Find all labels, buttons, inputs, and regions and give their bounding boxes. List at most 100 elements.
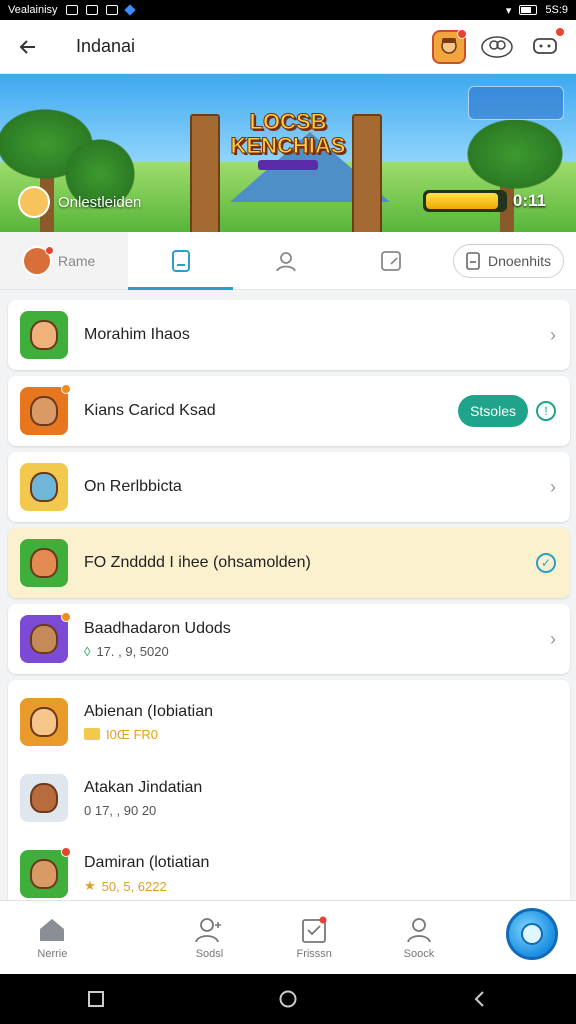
tab-label: Dnoenhits [487, 252, 551, 269]
list-item-title: Abienan (Iobiatian [84, 702, 213, 720]
list-item-subtitle: ◊ 17. , 9, 5020 [84, 644, 550, 659]
arrow-left-icon [19, 39, 35, 54]
list-item-title: FO Zndddd I ihee (ohsamolden) [84, 554, 311, 571]
list-item-title: Damiran (lotiatian [84, 854, 210, 871]
user-icon [407, 917, 431, 942]
person-icon [275, 251, 296, 271]
nav-home[interactable]: Nerrie [0, 916, 105, 960]
tab-bar: Rame Dnoenhits [0, 232, 576, 290]
coin-icon: ★ [84, 878, 96, 893]
clock: 5S:9 [545, 4, 568, 16]
recents-button[interactable] [87, 990, 105, 1008]
list-item-subtitle: ★ 50, 5, 6222 [84, 878, 556, 894]
list-item[interactable]: Kians Caricd Ksad Stsoles ! [8, 376, 570, 446]
tab-profile[interactable] [233, 232, 338, 289]
notification-badge [61, 384, 71, 394]
avatar-icon [441, 37, 457, 54]
edit-square-icon [380, 250, 401, 271]
character-face [30, 320, 58, 350]
back-button[interactable] [14, 33, 42, 61]
battery-icon [519, 5, 538, 15]
chat-icon [533, 37, 557, 54]
nav-missions[interactable]: Frisssn [262, 916, 367, 960]
notification-badge [457, 28, 467, 39]
game-banner[interactable]: LOCSB KENCHIAS Onlestleiden 0:11 [0, 74, 576, 232]
app-icon [105, 5, 118, 15]
home-button[interactable] [279, 990, 297, 1008]
progress-fill [425, 193, 498, 209]
list-item-title: Kians Caricd Ksad [84, 402, 216, 419]
progress-label: 0:11 [512, 191, 546, 210]
list-item-selected[interactable]: FO Zndddd I ihee (ohsamolden) ✓ [8, 528, 570, 598]
chevron-right-icon: › [550, 476, 556, 497]
logo-ribbon [258, 160, 318, 170]
banner-user-name: Onlestleiden [58, 193, 142, 211]
logo-line-2: KENCHIAS [230, 133, 346, 158]
check-circle-icon: ✓ [536, 553, 556, 573]
status-bar: Vealainisy ▾ 5S:9 [0, 0, 576, 20]
clipboard-icon [302, 916, 327, 943]
notification-badge [61, 847, 71, 857]
list-item-subtitle: I0Œ FR0 [84, 727, 556, 742]
bluetooth-icon [123, 4, 136, 16]
character-thumbnail [20, 539, 68, 587]
logo-line-1: LOCSB [249, 109, 327, 134]
character-thumbnail [20, 463, 68, 511]
user-avatar [18, 186, 50, 218]
palm-tree-right [460, 114, 570, 194]
tower-left [190, 114, 220, 232]
list-item-subtitle: 0 17, , 90 20 [84, 803, 556, 818]
messages-button[interactable] [528, 26, 565, 64]
tab-home[interactable]: Rame [0, 232, 128, 289]
list-item[interactable]: On Rerlbbicta › [8, 452, 570, 522]
subtitle-text: 17. , 9, 5020 [96, 643, 169, 659]
ticket-icon [84, 728, 100, 740]
page-title: Indanai [76, 36, 136, 56]
note-icon [466, 251, 480, 270]
image-icon [85, 5, 98, 15]
banner-user[interactable]: Onlestleiden [18, 186, 141, 218]
bookmark-icon [171, 249, 190, 272]
character-thumbnail [20, 774, 68, 822]
list-item[interactable]: Abienan (Iobiatian I0Œ FR0 [8, 684, 570, 760]
nav-profile[interactable]: Soock [367, 916, 472, 960]
nav-label: Soock [403, 947, 435, 960]
floating-action-button[interactable] [506, 908, 558, 960]
characters-panel[interactable] [468, 86, 564, 120]
character-thumbnail [20, 612, 71, 663]
profile-avatar-button[interactable] [432, 28, 467, 64]
tab-bookmarks[interactable] [128, 232, 233, 290]
character-face [30, 472, 58, 502]
game-logo: LOCSB KENCHIAS [228, 109, 348, 158]
list-item-title: On Rerlbbicta [84, 478, 182, 495]
notification-badge [555, 26, 565, 37]
character-face [30, 707, 58, 737]
nav-label: Nerrie [37, 947, 68, 960]
notification-badge [45, 245, 54, 255]
location-icon: ◊ [84, 643, 91, 659]
back-nav-button[interactable] [471, 990, 489, 1008]
nav-label: Sodsl [195, 947, 224, 960]
tab-documents[interactable]: Dnoenhits [452, 243, 564, 278]
friends-button[interactable] [480, 30, 514, 64]
nav-social[interactable]: Sodsl [157, 916, 262, 960]
tab-edit[interactable] [338, 232, 443, 289]
list-item[interactable]: Atakan Jindatian 0 17, , 90 20 [8, 760, 570, 836]
character-face [30, 859, 58, 889]
character-icon [521, 923, 543, 945]
nav-label: Frisssn [296, 947, 332, 960]
character-face [30, 396, 58, 426]
character-face [30, 548, 58, 578]
chevron-right-icon: › [550, 324, 556, 345]
avatar-icon [22, 245, 54, 276]
friends-group: Abienan (Iobiatian I0Œ FR0 Atakan Jindat… [8, 680, 570, 916]
info-circle-icon[interactable]: ! [536, 401, 556, 421]
people-icon [481, 35, 513, 58]
list-item[interactable]: Baadhadaron Udods ◊ 17. , 9, 5020 › [8, 604, 570, 674]
mission-list: Morahim Ihaos › Kians Caricd Ksad Stsole… [0, 290, 576, 916]
people-icon [195, 917, 222, 942]
status-button[interactable]: Stsoles [458, 395, 528, 427]
character-thumbnail [20, 847, 71, 898]
list-item[interactable]: Morahim Ihaos › [8, 300, 570, 370]
character-thumbnail [20, 384, 71, 435]
